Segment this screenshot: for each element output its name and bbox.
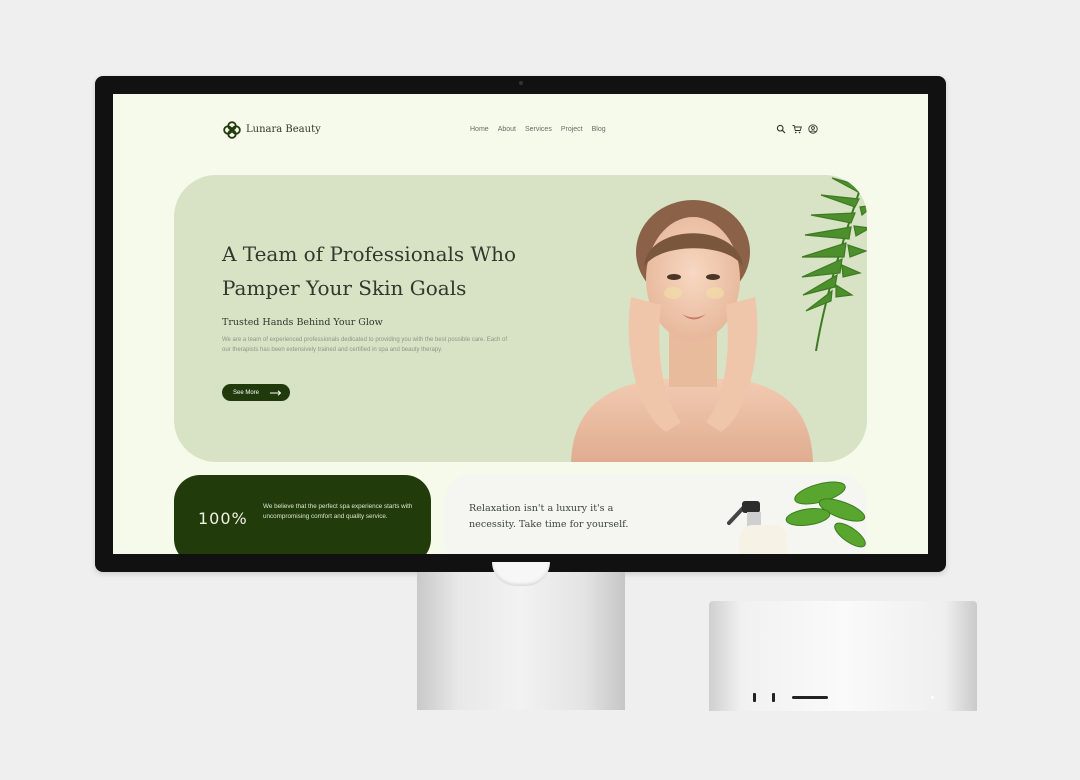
arrow-right-icon — [270, 389, 282, 396]
nav-blog[interactable]: Blog — [592, 126, 606, 133]
pump-bottle-image — [727, 481, 866, 554]
nav-home[interactable]: Home — [470, 126, 489, 133]
fern-leaf-image — [801, 175, 867, 351]
camera — [519, 81, 523, 85]
stand-cutout — [492, 562, 550, 586]
usb-port — [753, 693, 756, 702]
stats-text: We believe that the perfect spa experien… — [263, 503, 413, 520]
nav-services[interactable]: Services — [525, 126, 552, 133]
monitor-stand — [417, 562, 625, 710]
mac-studio-device — [709, 601, 977, 711]
quote-card: Relaxation isn't a luxury it's a necessi… — [444, 475, 867, 554]
monitor: Lunara Beauty Home About Services Projec… — [95, 76, 946, 572]
hero-headline: A Team of Professionals Who Pamper Your … — [222, 242, 517, 300]
card-slot — [792, 696, 828, 699]
nav-icons — [776, 124, 818, 134]
website-screen: Lunara Beauty Home About Services Projec… — [113, 94, 928, 554]
hero-description: We are a team of experienced professiona… — [222, 337, 508, 353]
cart-icon[interactable] — [792, 124, 802, 134]
hero-subheading: Trusted Hands Behind Your Glow — [222, 317, 383, 328]
quote-text: Relaxation isn't a luxury it's a necessi… — [469, 503, 629, 530]
user-icon[interactable] — [808, 124, 818, 134]
nav-project[interactable]: Project — [561, 126, 583, 133]
top-nav: Lunara Beauty Home About Services Projec… — [113, 94, 928, 166]
stats-value: 100% — [198, 509, 248, 528]
usb-port — [772, 693, 775, 702]
search-icon[interactable] — [776, 124, 786, 134]
hero-section: A Team of Professionals Who Pamper Your … — [174, 175, 867, 462]
power-led — [931, 696, 934, 699]
nav-about[interactable]: About — [498, 126, 516, 133]
stats-card: 100% We believe that the perfect spa exp… — [174, 475, 431, 554]
main-menu: Home About Services Project Blog — [470, 126, 606, 133]
flower-logo-icon[interactable] — [223, 121, 241, 139]
see-more-label: See More — [233, 389, 260, 396]
see-more-button[interactable]: See More — [222, 384, 290, 401]
brand-name[interactable]: Lunara Beauty — [246, 124, 321, 135]
